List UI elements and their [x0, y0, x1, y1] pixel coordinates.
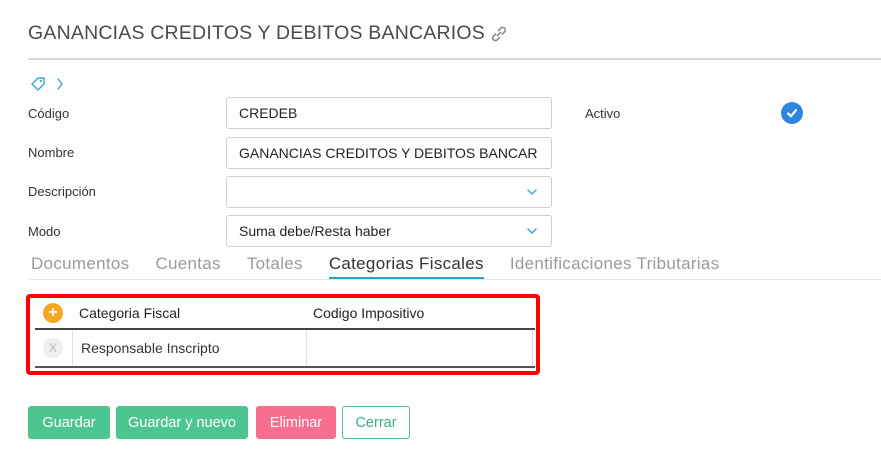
tab-categorias-fiscales[interactable]: Categorias Fiscales [328, 254, 484, 280]
categoria-cell[interactable]: Responsable Inscripto [73, 330, 307, 366]
tab-totales[interactable]: Totales [247, 254, 303, 274]
delete-button[interactable]: Eliminar [256, 406, 336, 439]
modo-select[interactable]: Suma debe/Resta haber [226, 215, 552, 247]
tab-cuentas[interactable]: Cuentas [155, 254, 220, 274]
nombre-label: Nombre [28, 145, 75, 160]
codigo-label: Código [28, 106, 70, 121]
save-button[interactable]: Guardar [28, 406, 110, 439]
chevron-right-icon[interactable] [56, 77, 64, 96]
modo-label: Modo [28, 224, 61, 239]
column-header-categoria: Categoria Fiscal [79, 305, 181, 321]
descripcion-select[interactable] [226, 176, 552, 208]
grid-header: + Categoria Fiscal Codigo Impositivo [35, 298, 535, 330]
remove-cell: X [35, 330, 73, 366]
title-divider [28, 58, 881, 60]
check-icon [786, 109, 798, 118]
tag-row [30, 76, 64, 97]
remove-row-button[interactable]: X [43, 338, 63, 358]
page-title-text: GANANCIAS CREDITOS Y DEBITOS BANCARIOS [28, 22, 485, 44]
link-icon[interactable] [489, 24, 509, 44]
add-row-button[interactable]: + [43, 303, 63, 323]
activo-label: Activo [585, 106, 621, 121]
codigo-input[interactable] [226, 97, 552, 129]
tag-icon[interactable] [30, 76, 46, 97]
nombre-input[interactable] [226, 137, 552, 169]
column-header-codigo: Codigo Impositivo [313, 305, 425, 321]
tab-documentos[interactable]: Documentos [31, 254, 129, 274]
chevron-down-icon [525, 185, 539, 199]
categorias-grid: + Categoria Fiscal Codigo Impositivo X R… [35, 298, 535, 368]
codigo-cell[interactable] [307, 330, 533, 366]
page-title: GANANCIAS CREDITOS Y DEBITOS BANCARIOS [28, 22, 509, 45]
chevron-down-icon [525, 224, 539, 238]
descripcion-label: Descripción [28, 184, 96, 199]
modo-value: Suma debe/Resta haber [239, 223, 391, 239]
close-button[interactable]: Cerrar [342, 406, 410, 439]
save-and-new-button[interactable]: Guardar y nuevo [116, 406, 248, 439]
tab-bar: Documentos Cuentas Totales Categorias Fi… [31, 254, 720, 280]
table-row: X Responsable Inscripto [35, 330, 535, 368]
activo-checkbox[interactable] [781, 102, 803, 124]
add-cell: + [35, 298, 73, 328]
tabs-divider [28, 279, 881, 280]
tab-identificaciones-tributarias[interactable]: Identificaciones Tributarias [510, 254, 720, 274]
